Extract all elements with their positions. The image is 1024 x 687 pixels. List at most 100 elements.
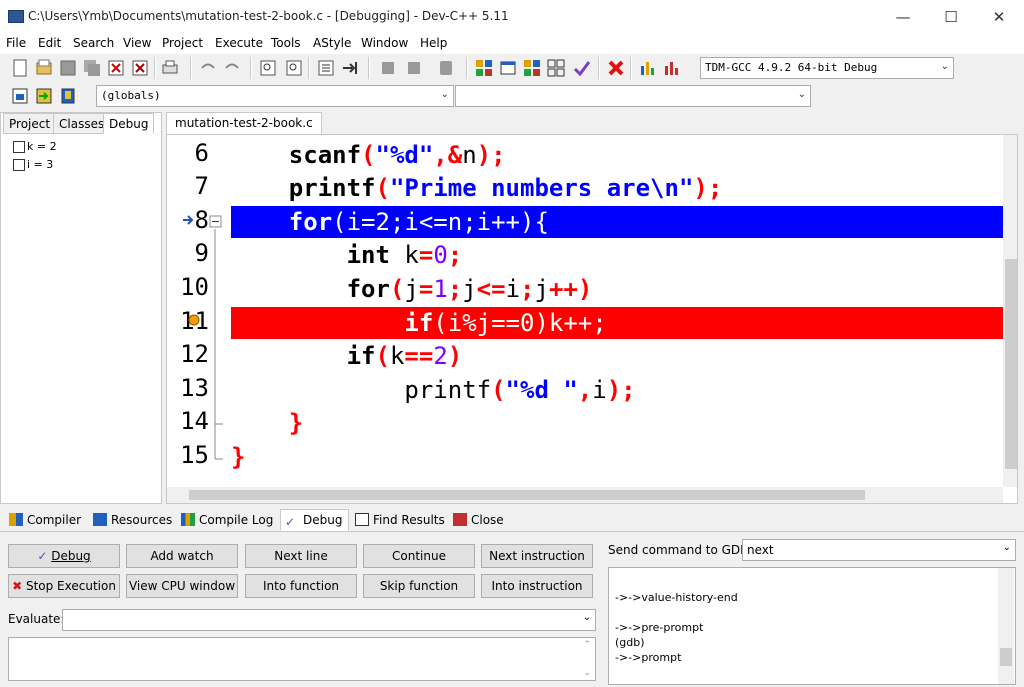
window-title: C:\Users\Ymb\Documents\mutation-test-2-b… — [28, 9, 509, 23]
menu-execute[interactable]: Execute — [215, 36, 263, 50]
indent-icon[interactable] — [316, 58, 336, 78]
chevron-down-icon: ⌄ — [1002, 542, 1011, 553]
debug-check-icon[interactable] — [572, 58, 592, 78]
view-cpu-window-button[interactable]: View CPU window — [126, 574, 238, 598]
open-file-icon[interactable] — [34, 58, 54, 78]
watch-item[interactable]: i = 3 — [13, 158, 54, 171]
menu-window[interactable]: Window — [361, 36, 408, 50]
scope-select-value: (globals) — [101, 89, 161, 102]
bookmark-icon[interactable] — [436, 58, 456, 78]
watch-item[interactable]: k = 2 — [13, 140, 57, 153]
gdb-output[interactable]: ->->value-history-end ->->pre-prompt (gd… — [608, 567, 1016, 685]
menu-project[interactable]: Project — [162, 36, 203, 50]
chevron-down-icon: ⌄ — [797, 89, 806, 100]
chevron-down-icon: ⌄ — [440, 89, 449, 100]
compile-run-icon[interactable] — [522, 58, 542, 78]
scrollbar-thumb[interactable] — [1005, 259, 1017, 469]
menu-search[interactable]: Search — [73, 36, 114, 50]
gdb-command-label: Send command to GDB: — [608, 543, 753, 557]
tab-compiler[interactable]: Compiler — [4, 509, 88, 531]
find-icon[interactable] — [258, 58, 278, 78]
compile-icon[interactable] — [474, 58, 494, 78]
tab-resources[interactable]: Resources — [88, 509, 179, 531]
scrollbar-thumb[interactable] — [1000, 648, 1012, 666]
goto-definition-icon[interactable] — [58, 86, 78, 106]
menu-bar: File Edit Search View Project Execute To… — [0, 34, 1024, 54]
stop-execution-icon[interactable] — [606, 58, 626, 78]
breakpoint-icon — [188, 314, 200, 326]
code-line-6: scanf("%d",&n); — [288, 141, 506, 169]
goto-line-icon[interactable] — [404, 58, 424, 78]
insert-icon[interactable] — [10, 86, 30, 106]
evaluate-result: ⌃ ⌄ — [8, 637, 596, 681]
redo-icon[interactable] — [222, 58, 242, 78]
goto-icon[interactable] — [378, 58, 398, 78]
member-select[interactable]: ⌄ — [455, 85, 811, 107]
next-line-button[interactable]: Next line — [245, 544, 357, 568]
tab-debug[interactable]: Debug — [103, 113, 155, 134]
maximize-button[interactable]: ☐ — [928, 5, 974, 31]
scroll-up-icon[interactable]: ⌃ — [583, 640, 591, 650]
close-all-icon[interactable] — [130, 58, 150, 78]
editor-file-tab[interactable]: mutation-test-2-book.c — [166, 112, 322, 134]
resources-icon — [93, 513, 107, 526]
into-instruction-button[interactable]: Into instruction — [481, 574, 593, 598]
into-function-button[interactable]: Into function — [245, 574, 357, 598]
compiler-select[interactable]: TDM-GCC 4.9.2 64-bit Debug ⌄ — [700, 57, 954, 79]
delete-profile-icon[interactable] — [662, 58, 682, 78]
compiler-select-value: TDM-GCC 4.9.2 64-bit Debug — [705, 61, 878, 74]
scrollbar-thumb[interactable] — [189, 490, 865, 500]
watch-variable-icon — [13, 159, 25, 171]
goto-declaration-icon[interactable] — [34, 86, 54, 106]
close-window-button[interactable]: ✕ — [976, 5, 1022, 31]
continue-button[interactable]: Continue — [363, 544, 475, 568]
minimize-button[interactable]: — — [880, 5, 926, 31]
line-number: 12 — [180, 340, 209, 368]
watch-variable-icon — [13, 141, 25, 153]
skip-function-button[interactable]: Skip function — [363, 574, 475, 598]
replace-icon[interactable] — [284, 58, 304, 78]
tab-close[interactable]: Close — [448, 509, 511, 531]
tab-classes[interactable]: Classes — [53, 113, 111, 134]
undo-icon[interactable] — [198, 58, 218, 78]
stop-execution-button[interactable]: ✖ Stop Execution — [8, 574, 120, 598]
debug-check-icon: ✓ — [285, 515, 296, 529]
menu-view[interactable]: View — [123, 36, 151, 50]
next-instruction-button[interactable]: Next instruction — [481, 544, 593, 568]
watch-label: i = 3 — [27, 158, 54, 171]
toggle-bookmark-icon[interactable] — [340, 58, 360, 78]
menu-file[interactable]: File — [6, 36, 26, 50]
code-editor[interactable]: 6 7 8 9 10 11 12 13 14 15 scanf("%d",&n)… — [166, 134, 1018, 504]
tab-debug-bottom[interactable]: ✓ Debug — [280, 509, 350, 531]
code-line-8-current: for(i=2;i<=n;i++){ — [231, 206, 1005, 238]
watch-label: k = 2 — [27, 140, 57, 153]
print-icon[interactable] — [160, 58, 180, 78]
add-watch-button[interactable]: Add watch — [126, 544, 238, 568]
stop-icon: ✖ — [12, 579, 23, 593]
tab-find-results[interactable]: Find Results — [350, 509, 452, 531]
rebuild-all-icon[interactable] — [546, 58, 566, 78]
menu-help[interactable]: Help — [420, 36, 447, 50]
menu-astyle[interactable]: AStyle — [313, 36, 351, 50]
profile-chart-icon[interactable] — [638, 58, 658, 78]
chevron-down-icon: ⌄ — [940, 61, 949, 72]
fold-collapse-icon[interactable] — [209, 215, 223, 229]
scope-select[interactable]: (globals) ⌄ — [96, 85, 454, 107]
tab-project[interactable]: Project — [3, 113, 57, 134]
new-file-icon[interactable] — [10, 58, 30, 78]
code-line-15: } — [231, 443, 246, 471]
editor-vertical-scrollbar[interactable] — [1003, 135, 1017, 487]
save-icon[interactable] — [58, 58, 78, 78]
tab-compile-log[interactable]: Compile Log — [176, 509, 280, 531]
evaluate-input[interactable]: ⌄ — [62, 609, 596, 631]
gdb-output-scrollbar[interactable] — [998, 568, 1014, 684]
close-file-icon[interactable] — [106, 58, 126, 78]
save-all-icon[interactable] — [82, 58, 102, 78]
gdb-command-input[interactable]: next ⌄ — [742, 539, 1016, 561]
scroll-down-icon[interactable]: ⌄ — [583, 668, 591, 678]
debug-button[interactable]: ✓ Debug — [8, 544, 120, 568]
menu-tools[interactable]: Tools — [271, 36, 301, 50]
editor-horizontal-scrollbar[interactable] — [167, 487, 1003, 503]
run-icon[interactable] — [498, 58, 518, 78]
menu-edit[interactable]: Edit — [38, 36, 61, 50]
